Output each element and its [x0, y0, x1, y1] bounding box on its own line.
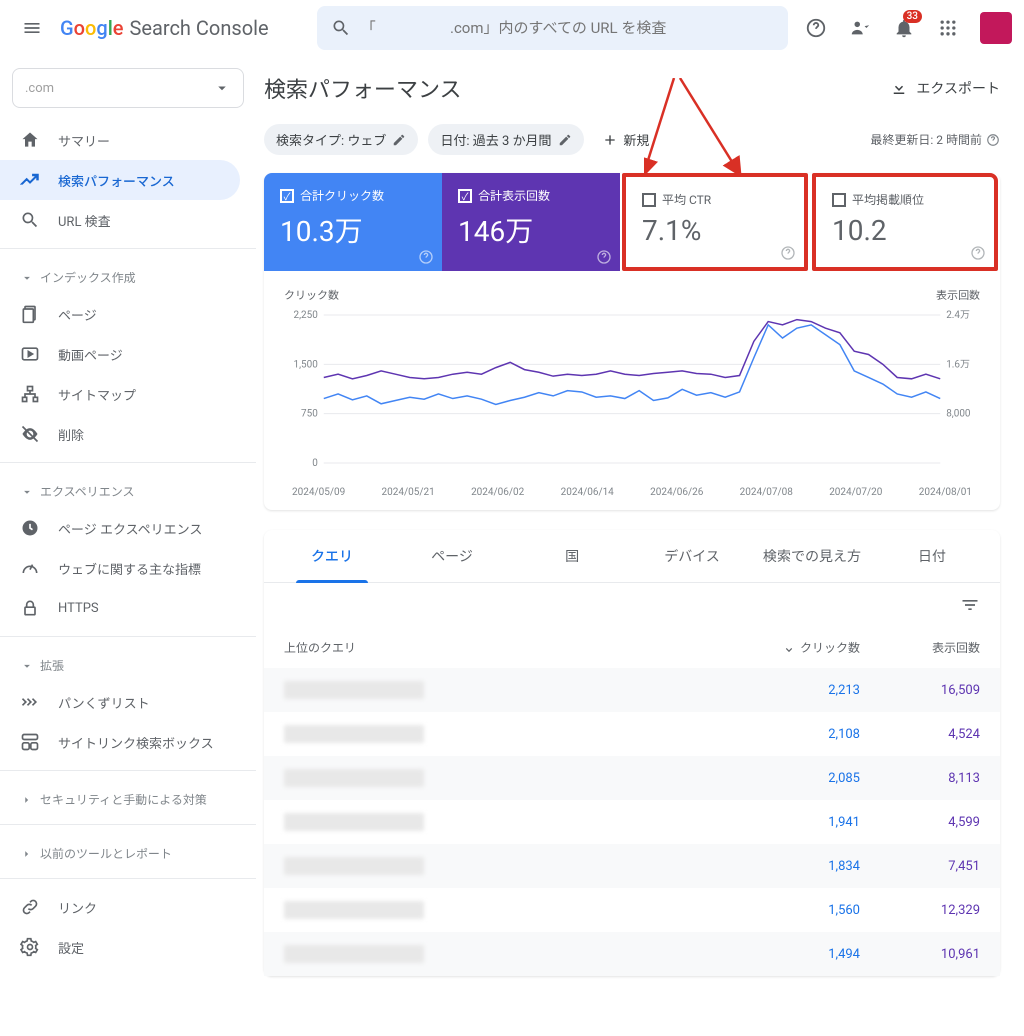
- metric-clicks[interactable]: 合計クリック数 10.3万: [264, 173, 442, 271]
- sidebar-item-url-inspect[interactable]: URL 検査: [0, 200, 240, 240]
- dimension-tabs: クエリページ国デバイス検索での見え方日付: [264, 530, 1000, 583]
- sidebar-item-performance[interactable]: 検索パフォーマンス: [0, 160, 240, 200]
- chevron-down-icon: [20, 271, 34, 285]
- table-row[interactable]: 1,56012,329: [264, 888, 1000, 932]
- help-icon[interactable]: [596, 249, 612, 265]
- arrow-down-icon: [782, 641, 796, 655]
- table-row[interactable]: 2,1084,524: [264, 712, 1000, 756]
- svg-text:8,000: 8,000: [946, 409, 971, 420]
- sidebar-item-breadcrumb[interactable]: パンくずリスト: [0, 682, 240, 722]
- notification-badge: 33: [903, 10, 922, 23]
- checkbox-icon: [642, 193, 656, 207]
- edit-icon: [558, 133, 572, 147]
- tab-2[interactable]: 国: [512, 530, 632, 582]
- chevron-right-icon: [20, 793, 34, 807]
- last-updated: 最終更新日: 2 時間前: [870, 131, 1000, 148]
- sidebar-section-legacy[interactable]: 以前のツールとレポート: [0, 833, 256, 870]
- sidebar-section-security[interactable]: セキュリティと手動による対策: [0, 779, 256, 816]
- add-filter-button[interactable]: 新規: [594, 124, 658, 155]
- help-icon[interactable]: [418, 249, 434, 265]
- breakdown-card: クエリページ国デバイス検索での見え方日付 上位のクエリ クリック数 表示回数 2…: [264, 530, 1000, 976]
- table-header: 上位のクエリ クリック数 表示回数: [264, 621, 1000, 668]
- sidebar-item-summary[interactable]: サマリー: [0, 120, 240, 160]
- filter-chip-type[interactable]: 検索タイプ: ウェブ: [264, 124, 418, 155]
- svg-text:1.6万: 1.6万: [946, 359, 970, 370]
- table-row[interactable]: 2,21316,509: [264, 668, 1000, 712]
- table-row[interactable]: 1,9414,599: [264, 800, 1000, 844]
- filter-icon[interactable]: [960, 595, 980, 615]
- svg-text:2.4万: 2.4万: [946, 310, 970, 321]
- sidebar-item-links[interactable]: リンク: [0, 887, 240, 927]
- search-icon: [331, 18, 351, 38]
- chevron-down-icon: [20, 485, 34, 499]
- tab-3[interactable]: デバイス: [632, 530, 752, 582]
- edit-icon: [392, 133, 406, 147]
- app-name: Search Console: [130, 16, 269, 40]
- chart[interactable]: クリック数 表示回数 07508,0001,5001.6万2,2502.4万 2…: [264, 271, 1000, 510]
- metric-impressions[interactable]: 合計表示回数 146万: [442, 173, 620, 271]
- sidebar: .com サマリー 検索パフォーマンス URL 検査 インデックス作成 ページ …: [0, 56, 256, 1036]
- page-title: 検索パフォーマンス: [264, 72, 462, 104]
- help-button[interactable]: [796, 8, 836, 48]
- svg-text:0: 0: [312, 458, 318, 469]
- sidebar-section-index[interactable]: インデックス作成: [0, 257, 256, 294]
- people-button[interactable]: [840, 8, 880, 48]
- menu-button[interactable]: [12, 8, 52, 48]
- search-input[interactable]: [361, 19, 774, 37]
- property-selector[interactable]: .com: [12, 68, 244, 108]
- account-avatar[interactable]: [980, 12, 1012, 44]
- filter-chip-date[interactable]: 日付: 過去 3 か月間: [428, 124, 583, 155]
- tab-0[interactable]: クエリ: [272, 530, 392, 582]
- svg-text:750: 750: [301, 409, 318, 420]
- performance-card: 合計クリック数 10.3万 合計表示回数 146万 平均 CTR 7.1% 平均…: [264, 173, 1000, 510]
- sidebar-item-sitelinks[interactable]: サイトリンク検索ボックス: [0, 722, 240, 762]
- sidebar-item-pages[interactable]: ページ: [0, 294, 240, 334]
- chevron-down-icon: [20, 659, 34, 673]
- tab-4[interactable]: 検索での見え方: [752, 530, 872, 582]
- sidebar-item-https[interactable]: HTTPS: [0, 588, 240, 628]
- table-row[interactable]: 2,0858,113: [264, 756, 1000, 800]
- download-icon: [890, 79, 908, 97]
- tab-5[interactable]: 日付: [872, 530, 992, 582]
- help-icon[interactable]: [986, 133, 1000, 147]
- checkbox-icon: [832, 193, 846, 207]
- sidebar-item-settings[interactable]: 設定: [0, 927, 240, 967]
- table-row[interactable]: 1,8347,451: [264, 844, 1000, 888]
- sidebar-item-cwv[interactable]: ウェブに関する主な指標: [0, 548, 240, 588]
- export-button[interactable]: エクスポート: [890, 78, 1000, 98]
- logo[interactable]: Google Search Console: [60, 16, 269, 40]
- chevron-down-icon: [213, 79, 231, 97]
- main-content: 検索パフォーマンス エクスポート 検索タイプ: ウェブ 日付: 過去 3 か月間…: [256, 56, 1024, 1036]
- tab-1[interactable]: ページ: [392, 530, 512, 582]
- url-search[interactable]: [317, 6, 788, 50]
- sidebar-item-video[interactable]: 動画ページ: [0, 334, 240, 374]
- sidebar-item-page-exp[interactable]: ページ エクスペリエンス: [0, 508, 240, 548]
- table-row[interactable]: 1,49410,961: [264, 932, 1000, 976]
- checkbox-icon: [280, 189, 294, 203]
- sidebar-section-enhance[interactable]: 拡張: [0, 645, 256, 682]
- apps-button[interactable]: [928, 8, 968, 48]
- chevron-right-icon: [20, 847, 34, 861]
- help-icon[interactable]: [780, 245, 796, 261]
- help-icon[interactable]: [970, 245, 986, 261]
- notifications-button[interactable]: 33: [884, 8, 924, 48]
- plus-icon: [602, 132, 618, 148]
- metric-position[interactable]: 平均掲載順位 10.2: [812, 173, 998, 271]
- sidebar-item-removals[interactable]: 削除: [0, 414, 240, 454]
- sidebar-section-experience[interactable]: エクスペリエンス: [0, 471, 256, 508]
- sort-clicks[interactable]: クリック数: [740, 639, 860, 656]
- metric-ctr[interactable]: 平均 CTR 7.1%: [622, 173, 808, 271]
- checkbox-icon: [458, 189, 472, 203]
- sidebar-item-sitemap[interactable]: サイトマップ: [0, 374, 240, 414]
- app-header: Google Search Console 33: [0, 0, 1024, 56]
- svg-text:1,500: 1,500: [294, 359, 319, 370]
- svg-text:2,250: 2,250: [294, 310, 319, 321]
